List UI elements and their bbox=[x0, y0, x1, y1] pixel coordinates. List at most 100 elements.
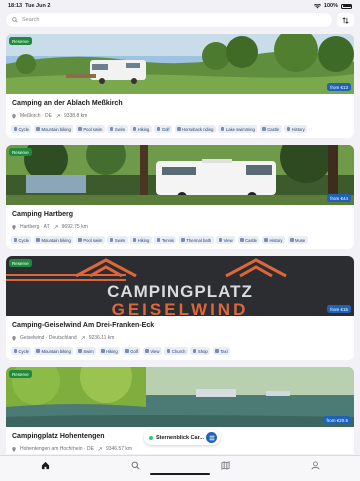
campsite-photo: Reserve from €20.5 bbox=[6, 367, 354, 427]
amenity-tag: Thermal bath bbox=[178, 236, 214, 244]
amenity-icon bbox=[240, 238, 244, 242]
selected-campsite-pill[interactable]: Sternenblick Car... bbox=[144, 430, 220, 445]
reserve-badge: Reserve bbox=[9, 370, 32, 378]
distance-arrow-icon bbox=[80, 336, 85, 340]
amenity-tags: Cycle Mountain biking Swim Hiking Golf V… bbox=[11, 347, 350, 355]
amenity-icon bbox=[109, 238, 114, 242]
distance-arrow-icon bbox=[98, 447, 102, 451]
campsite-card[interactable]: CAMPINGPLATZ GEISELWIND Reserve from €15… bbox=[6, 256, 354, 360]
campsite-card[interactable]: Reserve from €44 Camping Hartberg Hartbe… bbox=[6, 145, 354, 249]
amenity-tag: Muse bbox=[287, 236, 308, 244]
tab-profile[interactable] bbox=[309, 459, 321, 471]
search-input[interactable]: Search bbox=[6, 13, 332, 27]
campsite-distance: 9338.8 km bbox=[63, 113, 88, 119]
wifi-icon bbox=[313, 3, 321, 8]
price-badge: from €13 bbox=[327, 83, 351, 91]
campsite-photo: CAMPINGPLATZ GEISELWIND Reserve from €15 bbox=[6, 256, 354, 316]
amenity-icon bbox=[262, 127, 266, 131]
sort-icon bbox=[342, 16, 349, 24]
amenity-tags: Cycle Mountain biking Pool swim Swim Hik… bbox=[11, 125, 350, 133]
search-placeholder: Search bbox=[22, 17, 40, 23]
campsite-list[interactable]: Reserve from €13 Camping an der Ablach M… bbox=[6, 34, 354, 454]
amenity-icon bbox=[101, 349, 105, 353]
amenity-tag: Church bbox=[164, 347, 188, 355]
list-icon bbox=[209, 435, 214, 440]
amenity-icon bbox=[36, 238, 40, 242]
tab-search[interactable] bbox=[129, 459, 141, 471]
campsite-title: Camping an der Ablach Meßkirch bbox=[12, 100, 123, 107]
amenity-icon bbox=[220, 127, 225, 131]
amenity-tag: Pool swim bbox=[75, 236, 105, 244]
amenity-tag: Swim bbox=[107, 236, 128, 244]
amenity-tag: Hiking bbox=[98, 347, 121, 355]
campsite-meta: Geiselwind · Deutschland 9236.11 km bbox=[12, 335, 114, 341]
amenity-icon bbox=[13, 238, 17, 242]
amenity-icon bbox=[78, 349, 82, 353]
amenity-icon bbox=[218, 238, 223, 242]
amenity-tag: Pool swim bbox=[75, 125, 105, 133]
campsite-meta: Meßkirch · DE 9338.8 km bbox=[12, 113, 87, 119]
profile-icon bbox=[311, 460, 319, 469]
tab-map[interactable] bbox=[219, 459, 231, 471]
campsite-title: Campingplatz Hohentengen bbox=[12, 433, 105, 440]
campsite-meta: Hohentengen am Hochrhein · DE 9346.57 km bbox=[12, 446, 132, 452]
amenity-icon bbox=[166, 349, 171, 353]
amenity-icon bbox=[132, 127, 137, 131]
campsite-location: Geiselwind · Deutschland bbox=[20, 335, 77, 341]
amenity-tag: View bbox=[142, 347, 162, 355]
amenity-icon bbox=[156, 127, 161, 131]
amenity-tag: Mountain biking bbox=[33, 347, 74, 355]
map-icon bbox=[220, 460, 230, 470]
amenity-icon bbox=[36, 127, 40, 131]
status-dot bbox=[149, 435, 153, 440]
amenity-icon bbox=[13, 349, 17, 353]
campsite-card[interactable]: Reserve from €13 Camping an der Ablach M… bbox=[6, 34, 354, 138]
amenity-tag: Swim bbox=[75, 347, 97, 355]
amenity-icon bbox=[192, 349, 197, 353]
amenity-icon bbox=[290, 238, 294, 242]
amenity-icon bbox=[132, 238, 137, 242]
amenity-tag: History bbox=[284, 125, 308, 133]
campsite-distance: 9236.11 km bbox=[88, 335, 115, 341]
search-icon bbox=[12, 17, 18, 23]
amenity-tag: Horseback riding bbox=[174, 125, 216, 133]
amenity-icon bbox=[145, 349, 149, 353]
reserve-badge: Reserve bbox=[9, 148, 32, 156]
amenity-icon bbox=[125, 349, 129, 353]
home-indicator bbox=[150, 473, 210, 475]
amenity-tag: Lake swimming bbox=[218, 125, 258, 133]
amenity-tag: Taxi bbox=[212, 347, 231, 355]
amenity-tag: Cycle bbox=[11, 347, 32, 355]
price-badge: from €44 bbox=[327, 194, 351, 202]
amenity-icon bbox=[215, 349, 219, 353]
campsite-title: Camping Hartberg bbox=[12, 211, 74, 218]
amenity-icon bbox=[286, 127, 291, 131]
amenity-tag: Castle bbox=[237, 236, 260, 244]
home-icon bbox=[41, 461, 49, 469]
campsite-distance: 9692.75 km bbox=[61, 224, 88, 230]
amenity-icon bbox=[177, 127, 181, 131]
location-pin-icon bbox=[12, 113, 16, 119]
campsite-location: Meßkirch · DE bbox=[20, 113, 52, 119]
amenity-tag: History bbox=[261, 236, 286, 244]
selected-campsite-label: Sternenblick Car... bbox=[156, 434, 204, 441]
amenity-icon bbox=[36, 349, 40, 353]
amenity-tag: Golf bbox=[154, 125, 172, 133]
campsite-title: Camping-Geiselwind Am Drei-Franken-Eck bbox=[12, 322, 155, 329]
amenity-icon bbox=[156, 238, 161, 242]
campsite-distance: 9346.57 km bbox=[105, 446, 133, 452]
amenity-tag: Castle bbox=[259, 125, 282, 133]
status-indicators: 100% bbox=[313, 3, 352, 9]
amenity-tag: Hiking bbox=[130, 236, 152, 244]
map-filter-button[interactable] bbox=[206, 432, 217, 443]
search-icon bbox=[131, 461, 139, 469]
sort-button[interactable] bbox=[337, 13, 354, 27]
amenity-icon bbox=[109, 127, 114, 131]
tab-home[interactable] bbox=[39, 459, 51, 471]
distance-arrow-icon bbox=[56, 114, 60, 118]
campsite-meta: Hartberg · AT 9692.75 km bbox=[12, 224, 88, 230]
campsite-location: Hartberg · AT bbox=[20, 224, 50, 230]
reserve-badge: Reserve bbox=[9, 259, 32, 267]
price-badge: from €20.5 bbox=[323, 416, 351, 424]
location-pin-icon bbox=[12, 446, 16, 452]
